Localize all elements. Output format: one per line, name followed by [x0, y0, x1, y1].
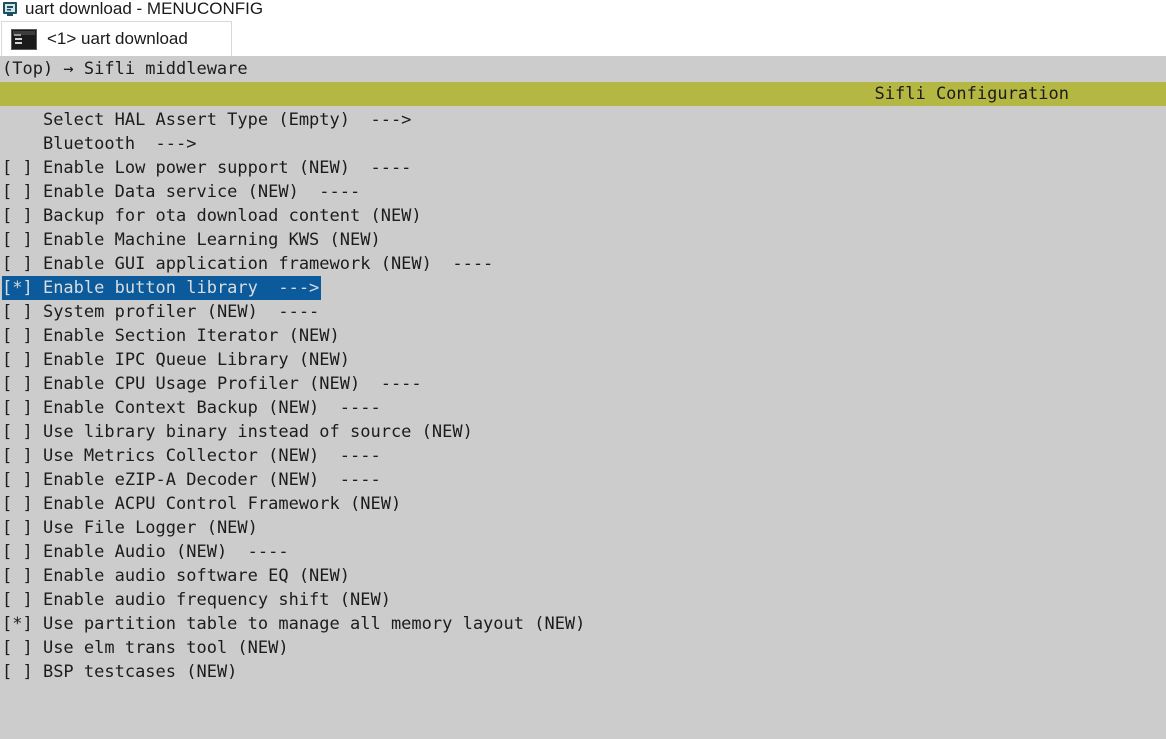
menu-item[interactable]: [ ] Enable Section Iterator (NEW)	[2, 324, 342, 348]
menu-item[interactable]: [*] Enable button library --->	[2, 276, 321, 300]
menu-item-checkbox[interactable]: [ ]	[2, 446, 43, 466]
menu-item[interactable]: [ ] Use elm trans tool (NEW)	[2, 636, 291, 660]
menu-item-checkbox[interactable]: [*]	[2, 278, 43, 298]
menu-item-label: Use Metrics Collector (NEW) ----	[43, 446, 381, 466]
menu-item[interactable]: [ ] Enable audio frequency shift (NEW)	[2, 588, 393, 612]
menu-item[interactable]: [ ] System profiler (NEW) ----	[2, 300, 321, 324]
menu-item[interactable]: Select HAL Assert Type (Empty) --->	[2, 108, 413, 132]
menu-item-checkbox[interactable]	[2, 110, 43, 130]
window-titlebar: uart download - MENUCONFIG	[0, 0, 1166, 20]
menu-item[interactable]: [ ] Enable IPC Queue Library (NEW)	[2, 348, 352, 372]
menu-item[interactable]: [ ] BSP testcases (NEW)	[2, 660, 239, 684]
menu-item-label: Enable Machine Learning KWS (NEW)	[43, 230, 381, 250]
menu-item-checkbox[interactable]: [ ]	[2, 398, 43, 418]
menu-item-checkbox[interactable]: [ ]	[2, 230, 43, 250]
menu-item-checkbox[interactable]: [ ]	[2, 662, 43, 682]
menu-item-label: Enable CPU Usage Profiler (NEW) ----	[43, 374, 422, 394]
menu-item-label: Use elm trans tool (NEW)	[43, 638, 289, 658]
menu-item[interactable]: [ ] Use Metrics Collector (NEW) ----	[2, 444, 383, 468]
menu-item-label: Enable Low power support (NEW) ----	[43, 158, 411, 178]
menu-item-checkbox[interactable]: [ ]	[2, 350, 43, 370]
menu-item-label: Use library binary instead of source (NE…	[43, 422, 473, 442]
app-logo-icon	[2, 1, 18, 17]
console-icon	[11, 29, 37, 50]
menu-item-label: Enable audio frequency shift (NEW)	[43, 590, 391, 610]
menu-item-checkbox[interactable]: [ ]	[2, 566, 43, 586]
menu-item-checkbox[interactable]: [ ]	[2, 542, 43, 562]
menu-item[interactable]: [ ] Enable Context Backup (NEW) ----	[2, 396, 383, 420]
menu-item-label: Use partition table to manage all memory…	[43, 614, 585, 634]
menu-item[interactable]: [ ] Enable Low power support (NEW) ----	[2, 156, 413, 180]
menu-item-checkbox[interactable]: [ ]	[2, 326, 43, 346]
menu-item-checkbox[interactable]: [ ]	[2, 590, 43, 610]
menu-item-checkbox[interactable]: [ ]	[2, 374, 43, 394]
menu-item[interactable]: Bluetooth --->	[2, 132, 198, 156]
menu-item-checkbox[interactable]: [ ]	[2, 422, 43, 442]
menu-item-label: Enable Audio (NEW) ----	[43, 542, 289, 562]
menu-item[interactable]: [ ] Enable Data service (NEW) ----	[2, 180, 362, 204]
menu-item[interactable]: [ ] Enable Machine Learning KWS (NEW)	[2, 228, 383, 252]
menu-item-label: Enable Data service (NEW) ----	[43, 182, 360, 202]
menu-item-checkbox[interactable]: [ ]	[2, 470, 43, 490]
menu-item-label: Use File Logger (NEW)	[43, 518, 258, 538]
menu-item[interactable]: [ ] Enable CPU Usage Profiler (NEW) ----	[2, 372, 424, 396]
menu-item-label: Backup for ota download content (NEW)	[43, 206, 422, 226]
menu-item-label: Enable eZIP-A Decoder (NEW) ----	[43, 470, 381, 490]
menu-item-checkbox[interactable]: [ ]	[2, 638, 43, 658]
menu-item-label: System profiler (NEW) ----	[43, 302, 319, 322]
menu-item[interactable]: [*] Use partition table to manage all me…	[2, 612, 587, 636]
menu-item-label: Enable ACPU Control Framework (NEW)	[43, 494, 401, 514]
menu-item-label: Enable audio software EQ (NEW)	[43, 566, 350, 586]
menu-item[interactable]: [ ] Enable eZIP-A Decoder (NEW) ----	[2, 468, 383, 492]
menu-item[interactable]: [ ] Backup for ota download content (NEW…	[2, 204, 424, 228]
window-title-text: uart download - MENUCONFIG	[25, 0, 263, 19]
menu-item[interactable]: [ ] Enable Audio (NEW) ----	[2, 540, 291, 564]
menu-item[interactable]: [ ] Enable GUI application framework (NE…	[2, 252, 495, 276]
tab-uart-download-label: <1> uart download	[47, 29, 188, 49]
menuconfig-terminal[interactable]: (Top) → Sifli middleware Sifli Configura…	[0, 56, 1166, 739]
menu-item-label: Enable button library --->	[43, 278, 319, 298]
tab-uart-download[interactable]: <1> uart download	[1, 21, 232, 56]
menu-item[interactable]: [ ] Enable audio software EQ (NEW)	[2, 564, 352, 588]
menu-item-label: BSP testcases (NEW)	[43, 662, 237, 682]
menu-item-checkbox[interactable]	[2, 134, 43, 154]
menu-item-label: Enable Context Backup (NEW) ----	[43, 398, 381, 418]
menu-item-checkbox[interactable]: [ ]	[2, 302, 43, 322]
config-header-bar: Sifli Configuration	[0, 82, 1166, 106]
menu-item-label: Enable IPC Queue Library (NEW)	[43, 350, 350, 370]
menu-item[interactable]: [ ] Use File Logger (NEW)	[2, 516, 260, 540]
menu-item[interactable]: [ ] Use library binary instead of source…	[2, 420, 475, 444]
menu-item-checkbox[interactable]: [ ]	[2, 158, 43, 178]
menu-item-checkbox[interactable]: [ ]	[2, 518, 43, 538]
menu-item-checkbox[interactable]: [*]	[2, 614, 43, 634]
menu-item-label: Bluetooth --->	[43, 134, 197, 154]
menu-item-checkbox[interactable]: [ ]	[2, 182, 43, 202]
menu-item-label: Enable GUI application framework (NEW) -…	[43, 254, 493, 274]
menu-item-label: Enable Section Iterator (NEW)	[43, 326, 340, 346]
menu-item-checkbox[interactable]: [ ]	[2, 254, 43, 274]
tab-strip: <1> uart download	[0, 20, 1166, 56]
menu-list: Select HAL Assert Type (Empty) ---> Blue…	[0, 108, 1166, 684]
menu-item-checkbox[interactable]: [ ]	[2, 494, 43, 514]
menu-item[interactable]: [ ] Enable ACPU Control Framework (NEW)	[2, 492, 403, 516]
breadcrumb: (Top) → Sifli middleware	[0, 56, 1166, 82]
menu-item-label: Select HAL Assert Type (Empty) --->	[43, 110, 411, 130]
menu-item-checkbox[interactable]: [ ]	[2, 206, 43, 226]
